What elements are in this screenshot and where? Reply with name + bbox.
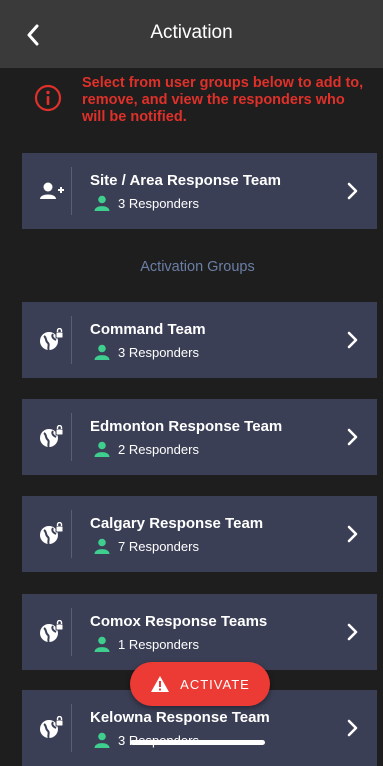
card-divider [71, 316, 72, 364]
card-divider [71, 167, 72, 215]
card-divider [71, 704, 72, 752]
globe-lock-icon [40, 425, 64, 448]
responder-count: 2 Responders [94, 441, 199, 457]
responder-count: 3 Responders [94, 344, 199, 360]
warning-triangle-icon [151, 676, 170, 692]
responder-count: 1 Responders [94, 636, 199, 652]
card-divider [71, 608, 72, 656]
group-card-calgary[interactable]: Calgary Response Team 7 Responders [22, 496, 377, 572]
chevron-right-icon [347, 331, 358, 349]
card-title: Calgary Response Team [90, 515, 264, 532]
activate-label: ACTIVATE [180, 676, 250, 692]
add-user-icon [40, 182, 64, 199]
chevron-right-icon [347, 525, 358, 543]
page-title: Activation [150, 22, 233, 43]
globe-lock-icon [40, 716, 64, 739]
responder-count-text: 2 Responders [118, 441, 199, 457]
chevron-right-icon [347, 182, 358, 200]
globe-lock-icon [40, 328, 64, 351]
section-label: Activation Groups [140, 259, 255, 275]
info-banner: Select from user groups below to add to,… [0, 68, 383, 138]
home-indicator [130, 740, 265, 745]
site-area-team-card[interactable]: Site / Area Response Team 3 Responders [22, 153, 377, 229]
card-title: Edmonton Response Team [90, 418, 283, 435]
responder-count: 7 Responders [94, 538, 199, 554]
responder-count: 3 Responders [94, 195, 199, 211]
responder-count-text: 1 Responders [118, 636, 199, 652]
person-icon [94, 195, 110, 211]
chevron-right-icon [347, 428, 358, 446]
chevron-right-icon [347, 719, 358, 737]
person-icon [94, 538, 110, 554]
responder-count-text: 7 Responders [118, 538, 199, 554]
person-icon [94, 344, 110, 360]
card-title: Kelowna Response Team [90, 709, 270, 726]
card-title: Comox Response Teams [90, 613, 268, 630]
globe-lock-icon [40, 522, 64, 545]
group-card-comox[interactable]: Comox Response Teams 1 Responders [22, 594, 377, 670]
card-title: Site / Area Response Team [90, 172, 281, 189]
activate-button[interactable]: ACTIVATE [130, 662, 270, 706]
responder-count-text: 3 Responders [118, 344, 199, 360]
person-icon [94, 636, 110, 652]
group-card-command[interactable]: Command Team 3 Responders [22, 302, 377, 378]
card-divider [71, 510, 72, 558]
person-icon [94, 441, 110, 457]
person-icon [94, 732, 110, 748]
nav-bar: Activation [0, 0, 383, 68]
responder-count-text: 3 Responders [118, 195, 199, 211]
card-divider [71, 413, 72, 461]
card-title: Command Team [90, 321, 206, 338]
globe-lock-icon [40, 620, 64, 643]
chevron-right-icon [347, 623, 358, 641]
group-card-edmonton[interactable]: Edmonton Response Team 2 Responders [22, 399, 377, 475]
info-message: Select from user groups below to add to,… [82, 75, 364, 125]
info-circle-icon [34, 84, 62, 112]
